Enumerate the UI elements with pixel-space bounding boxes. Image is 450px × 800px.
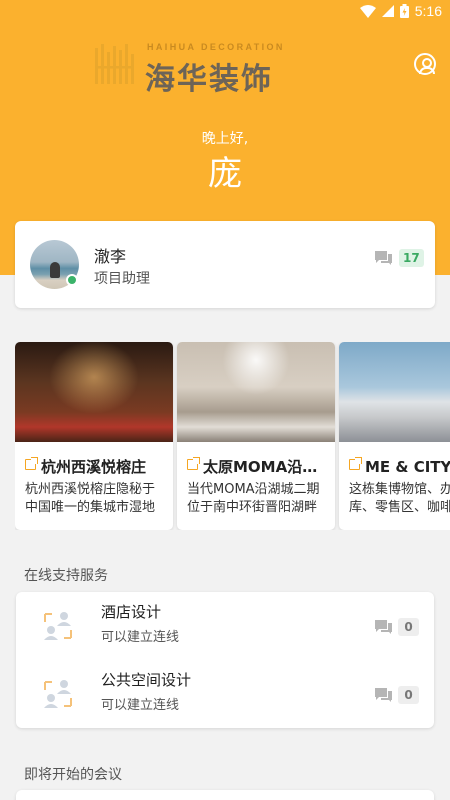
logo-title: 海华装饰 xyxy=(145,62,273,97)
status-bar: 5:16 xyxy=(0,0,450,24)
chat-icon xyxy=(375,688,392,702)
project-card[interactable]: 太原MOMA沿湖城 当代MOMA沿湖城二期位于南中环街晋阳湖畔 xyxy=(177,342,335,530)
meetings-section-title: 即将开始的会议 xyxy=(24,767,122,783)
chat-icon xyxy=(375,620,392,634)
account-icon[interactable] xyxy=(414,53,436,75)
project-title: 太原MOMA沿湖城 xyxy=(203,458,329,476)
message-count-badge: 0 xyxy=(398,618,419,636)
brand-logo: HAIHUA DECORATION 海华装饰 xyxy=(95,42,305,97)
wifi-icon xyxy=(359,4,376,18)
connect-users-icon xyxy=(44,612,72,640)
project-title: ME & CITY设计 xyxy=(365,458,450,476)
service-item[interactable]: 公共空间设计 可以建立连线 0 xyxy=(16,660,434,728)
logo-subtitle: HAIHUA DECORATION xyxy=(147,42,285,52)
status-time: 5:16 xyxy=(414,3,442,19)
service-name: 酒店设计 xyxy=(101,603,162,621)
services-card: 酒店设计 可以建立连线 0 公共空间设计 可以建立连线 0 xyxy=(16,592,434,728)
project-image xyxy=(15,342,173,442)
project-image xyxy=(339,342,450,442)
service-item[interactable]: 酒店设计 可以建立连线 0 xyxy=(16,592,434,660)
project-carousel[interactable]: 杭州西溪悦榕庄 杭州西溪悦榕庄隐秘于中国唯一的集城市湿地 太原MOMA沿湖城 当… xyxy=(15,342,450,530)
connect-users-icon xyxy=(44,680,72,708)
project-card[interactable]: ME & CITY设计 这栋集博物馆、办公库、零售区、咖啡厅 xyxy=(339,342,450,530)
project-description: 这栋集博物馆、办公库、零售区、咖啡厅 xyxy=(349,482,450,515)
user-card[interactable]: 澈李 项目助理 17 xyxy=(15,221,435,308)
username-text: 庞 xyxy=(208,154,242,194)
user-role: 项目助理 xyxy=(94,271,150,287)
project-title: 杭州西溪悦榕庄 xyxy=(41,458,147,476)
meetings-card xyxy=(16,790,434,800)
message-count-badge: 0 xyxy=(398,686,419,704)
greeting-text: 晚上好, xyxy=(201,131,249,147)
online-status-dot xyxy=(66,274,78,286)
services-section-title: 在线支持服务 xyxy=(24,568,108,584)
project-description: 杭州西溪悦榕庄隐秘于中国唯一的集城市湿地 xyxy=(25,482,156,515)
service-status: 可以建立连线 xyxy=(101,698,180,713)
user-name: 澈李 xyxy=(94,247,127,266)
service-status: 可以建立连线 xyxy=(101,630,180,645)
service-name: 公共空间设计 xyxy=(101,671,192,689)
chat-icon xyxy=(375,251,392,265)
logo-mark-icon xyxy=(95,44,134,84)
project-card[interactable]: 杭州西溪悦榕庄 杭州西溪悦榕庄隐秘于中国唯一的集城市湿地 xyxy=(15,342,173,530)
battery-icon xyxy=(399,4,409,18)
signal-icon xyxy=(381,5,394,17)
message-count-badge: 17 xyxy=(399,249,424,267)
project-description: 当代MOMA沿湖城二期位于南中环街晋阳湖畔 xyxy=(187,482,320,515)
project-image xyxy=(177,342,335,442)
